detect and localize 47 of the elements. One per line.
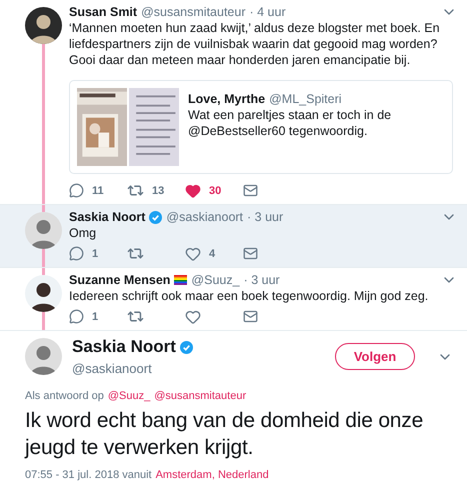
avatar[interactable] <box>25 275 62 312</box>
quoted-tweet[interactable]: Love, Myrthe @ML_Spiteri Wat een pareltjes staan er toch in de @DeBestseller60 tegenwoordig. <box>69 80 453 174</box>
retweet-count: 13 <box>152 184 164 196</box>
message-icon[interactable] <box>243 183 258 198</box>
like-icon[interactable] <box>185 246 201 262</box>
author-handle[interactable]: @saskianoort <box>166 210 244 224</box>
author-handle[interactable]: @susansmitauteur <box>141 5 246 19</box>
like-count: 4 <box>209 248 216 260</box>
reply-icon[interactable] <box>69 246 84 261</box>
quoted-author-handle: @ML_Spiteri <box>269 92 342 106</box>
verified-badge-icon <box>149 210 162 224</box>
reply-count: 1 <box>92 310 98 322</box>
tweet-timestamp: 07:55 - 31 jul. 2018 vanuit <box>25 469 152 481</box>
reply-icon[interactable] <box>69 309 84 324</box>
tweet-card[interactable]: Suzanne Mensen @Suuz_ · 3 uur Iedereen schrijft ook maar een boek tegenwoordig. Mijn god zeg. 1 <box>0 268 467 331</box>
author-name[interactable]: Saskia Noort <box>72 337 176 357</box>
author-name[interactable]: Suzanne Mensen <box>69 273 170 287</box>
like-count: 30 <box>209 184 222 196</box>
verified-badge-icon <box>180 340 193 354</box>
tweet-card[interactable]: Saskia Noort @saskianoort · 3 uur Omg 1 4 <box>0 205 467 268</box>
like-icon[interactable] <box>185 308 201 324</box>
mention-link[interactable]: @susansmitauteur <box>154 390 246 402</box>
location-link[interactable]: Amsterdam, Nederland <box>156 469 269 481</box>
message-icon[interactable] <box>243 246 258 261</box>
flag-icon <box>174 275 188 285</box>
tweet-text: Iedereen schrijft ook maar een boek tegenwoordig. Mijn god zeg. <box>69 288 430 304</box>
author-handle[interactable]: @Suuz_ <box>191 273 240 287</box>
mention-link[interactable]: @Suuz_ <box>108 390 150 402</box>
author-name[interactable]: Saskia Noort <box>69 210 146 224</box>
tweet-text: Omg <box>69 225 98 241</box>
message-icon[interactable] <box>243 309 258 324</box>
reply-count: 1 <box>92 248 98 260</box>
quoted-author-name: Love, Myrthe <box>188 92 266 106</box>
tweet-text: ‘Mannen moeten hun zaad kwijt,’ aldus deze blogster met boek. En liefdespartners zijn de vuilnisbak waarin dat gegooid mag worden? Gooi daar dan meteen maar honderden jaren emancipatie bij. <box>69 20 441 68</box>
author-handle[interactable]: @saskianoort <box>72 361 193 376</box>
reply-count: 11 <box>92 184 104 196</box>
tweet-text: Ik word echt bang van de domheid die onze jeugd te verwerken krijgt. <box>25 408 424 461</box>
reply-icon[interactable] <box>69 183 84 198</box>
quoted-text: Wat een pareltjes staan er toch in de @DeBestseller60 tegenwoordig. <box>188 107 392 139</box>
like-icon[interactable] <box>185 182 201 198</box>
reply-to-label: Als antwoord op <box>25 390 104 402</box>
tweet-time[interactable]: · 4 uur <box>249 5 286 19</box>
author-name[interactable]: Susan Smit <box>69 5 138 19</box>
tweet-time[interactable]: · 3 uur <box>247 210 284 224</box>
tweet-time[interactable]: · 3 uur <box>244 273 280 287</box>
follow-button[interactable]: Volgen <box>335 343 415 370</box>
avatar[interactable] <box>25 7 62 44</box>
